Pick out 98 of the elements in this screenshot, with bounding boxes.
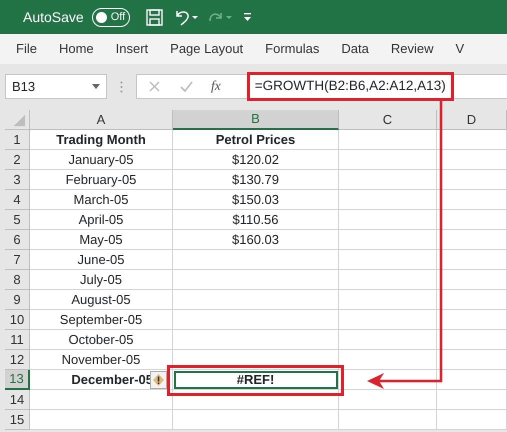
row-header[interactable]: 5 — [5, 210, 30, 230]
table-cell[interactable]: August-05 — [30, 290, 173, 310]
warning-icon[interactable] — [150, 371, 167, 389]
table-cell[interactable] — [339, 270, 437, 290]
formula-text[interactable]: =GROWTH(B2:B6,A2:A12,A13) — [254, 76, 446, 97]
autosave-label: AutoSave — [23, 8, 84, 26]
row-header[interactable]: 6 — [5, 230, 30, 250]
name-box[interactable]: B13 — [5, 74, 107, 99]
table-cell[interactable] — [339, 390, 437, 410]
table-cell[interactable] — [173, 250, 339, 270]
table-cell[interactable] — [339, 190, 437, 210]
cancel-icon[interactable] — [149, 81, 160, 92]
table-cell[interactable] — [437, 130, 507, 150]
table-cell[interactable] — [30, 390, 173, 410]
row-header[interactable]: 7 — [5, 250, 30, 270]
ribbon-tab[interactable]: Formulas — [265, 39, 320, 59]
autosave-toggle[interactable]: Off — [92, 8, 130, 26]
ribbon-tab[interactable]: Page Layout — [170, 39, 244, 59]
row-header[interactable]: 9 — [5, 290, 30, 310]
table-cell[interactable] — [339, 330, 437, 350]
table-cell[interactable] — [437, 210, 507, 230]
table-cell[interactable] — [339, 410, 437, 430]
table-cell[interactable]: June-05 — [30, 250, 173, 270]
ribbon-tab[interactable]: V — [455, 39, 464, 59]
column-header[interactable]: D — [437, 110, 507, 130]
table-cell[interactable]: $130.79 — [173, 170, 339, 190]
table-cell[interactable] — [339, 310, 437, 330]
table-cell[interactable] — [437, 350, 507, 370]
table-cell[interactable]: May-05 — [30, 230, 173, 250]
table-cell[interactable] — [173, 310, 339, 330]
table-cell[interactable] — [437, 150, 507, 170]
ribbon-tab[interactable]: Insert — [116, 39, 148, 59]
table-cell[interactable]: September-05 — [30, 310, 173, 330]
table-cell[interactable] — [339, 170, 437, 190]
column-header[interactable]: A — [30, 110, 173, 130]
row-header[interactable]: 8 — [5, 270, 30, 290]
table-cell[interactable] — [339, 230, 437, 250]
table-cell[interactable]: April-05 — [30, 210, 173, 230]
save-icon[interactable] — [146, 8, 163, 26]
table-cell[interactable]: January-05 — [30, 150, 173, 170]
row-header[interactable]: 2 — [5, 150, 30, 170]
table-cell[interactable] — [173, 350, 339, 370]
table-cell[interactable]: #REF! — [173, 370, 339, 390]
dropdown-caret-icon[interactable] — [92, 84, 100, 89]
redo-icon — [208, 12, 233, 22]
ribbon-tab[interactable]: File — [16, 39, 37, 59]
table-cell[interactable] — [339, 350, 437, 370]
table-cell[interactable]: July-05 — [30, 270, 173, 290]
table-cell[interactable]: $120.02 — [173, 150, 339, 170]
table-cell[interactable] — [173, 410, 339, 430]
row-header[interactable]: 10 — [5, 310, 30, 330]
table-cell[interactable]: November-05 — [30, 350, 173, 370]
grip-icon[interactable] — [120, 81, 123, 93]
table-cell[interactable] — [437, 290, 507, 310]
table-cell[interactable]: $160.03 — [173, 230, 339, 250]
table-cell[interactable] — [437, 410, 507, 430]
ribbon-tab[interactable]: Data — [341, 39, 369, 59]
table-cell[interactable] — [173, 290, 339, 310]
row-header[interactable]: 4 — [5, 190, 30, 210]
row-header[interactable]: 12 — [5, 350, 30, 370]
table-cell[interactable] — [437, 370, 507, 390]
table-cell[interactable] — [437, 390, 507, 410]
row-header[interactable]: 1 — [5, 130, 30, 150]
table-cell[interactable] — [339, 290, 437, 310]
table-cell[interactable]: Trading Month — [30, 130, 173, 150]
row-header[interactable]: 3 — [5, 170, 30, 190]
table-cell[interactable] — [173, 330, 339, 350]
column-header[interactable]: C — [339, 110, 437, 130]
table-cell[interactable] — [339, 250, 437, 270]
table-cell[interactable] — [437, 250, 507, 270]
table-cell[interactable] — [339, 210, 437, 230]
table-cell[interactable] — [173, 390, 339, 410]
table-cell[interactable] — [339, 150, 437, 170]
table-cell[interactable]: February-05 — [30, 170, 173, 190]
row-header[interactable]: 15 — [5, 410, 30, 430]
row-header[interactable]: 13 — [5, 370, 30, 390]
table-cell[interactable] — [30, 410, 173, 430]
table-cell[interactable] — [437, 330, 507, 350]
table-cell[interactable] — [437, 270, 507, 290]
row-header[interactable]: 14 — [5, 390, 30, 410]
table-cell[interactable] — [437, 230, 507, 250]
table-cell[interactable] — [437, 170, 507, 190]
ribbon-tab[interactable]: Review — [390, 39, 434, 59]
table-cell[interactable]: $110.56 — [173, 210, 339, 230]
customize-menu-icon[interactable] — [242, 12, 252, 22]
table-cell[interactable]: $150.03 — [173, 190, 339, 210]
table-cell[interactable] — [437, 190, 507, 210]
table-cell[interactable] — [437, 310, 507, 330]
table-cell[interactable] — [173, 270, 339, 290]
table-cell[interactable]: October-05 — [30, 330, 173, 350]
table-cell[interactable]: March-05 — [30, 190, 173, 210]
row-header[interactable]: 11 — [5, 330, 30, 350]
ribbon-tab[interactable]: Home — [58, 39, 94, 59]
table-cell[interactable] — [339, 130, 437, 150]
insert-function-button[interactable]: fx — [211, 76, 221, 97]
column-header[interactable]: B — [173, 110, 339, 130]
check-icon[interactable] — [180, 81, 193, 92]
table-cell[interactable]: Petrol Prices — [173, 130, 339, 150]
